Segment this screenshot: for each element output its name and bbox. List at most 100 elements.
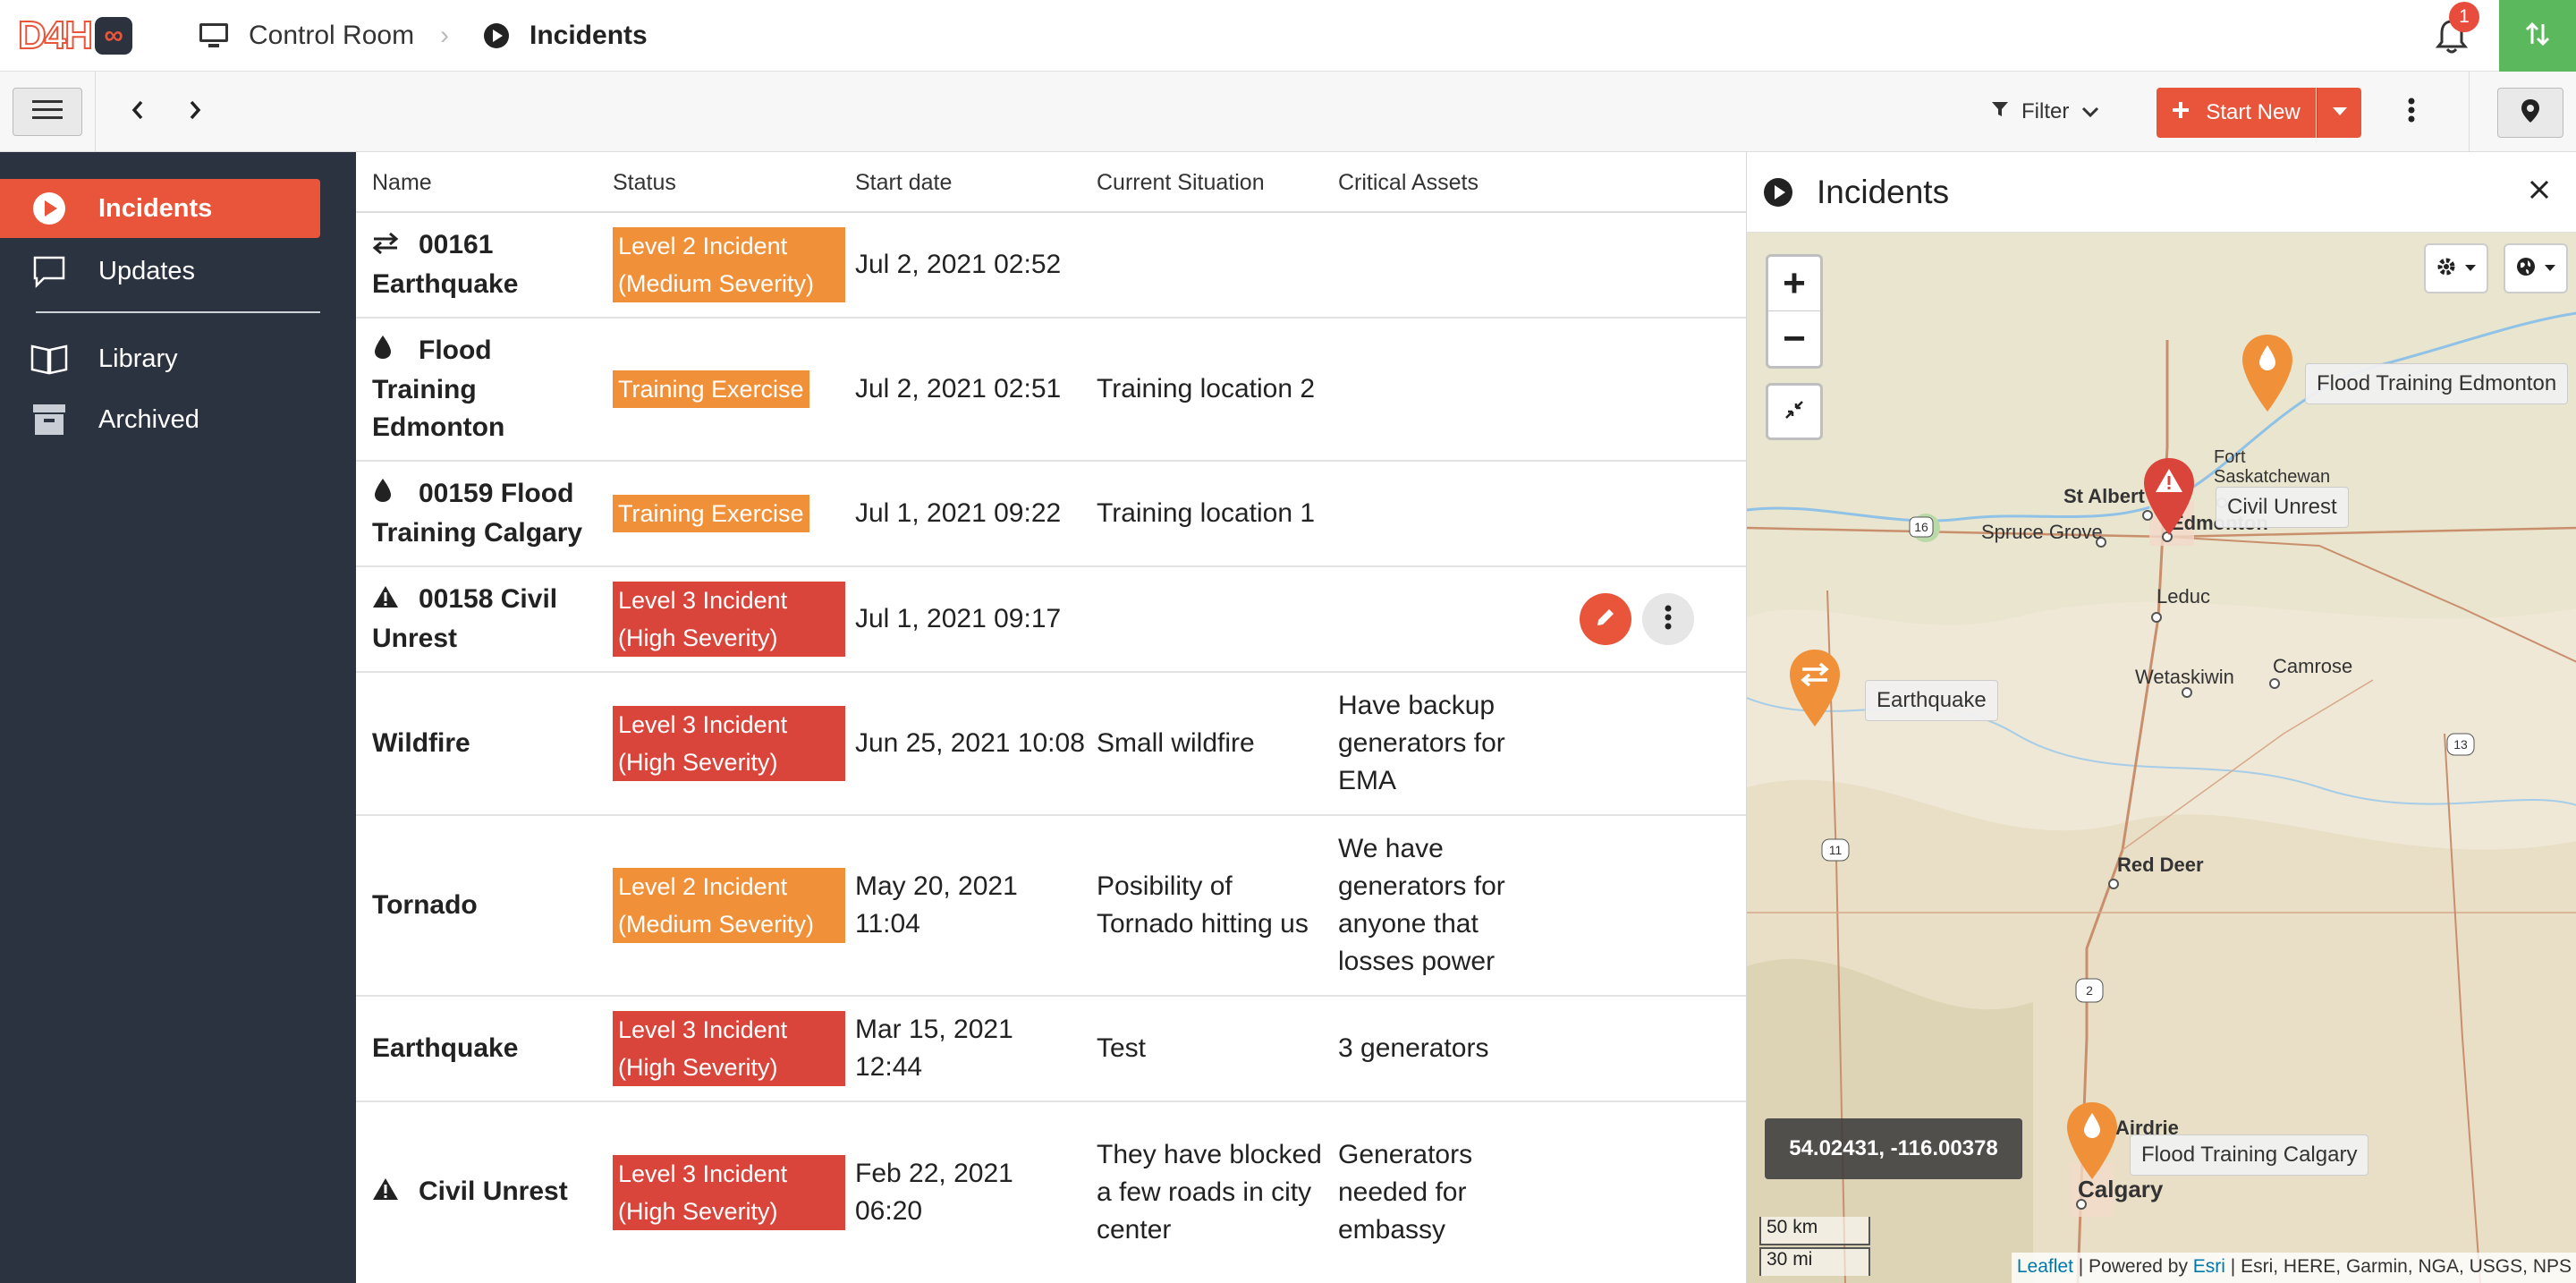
fullscreen-toggle-button[interactable] xyxy=(1766,383,1823,440)
kebab-icon xyxy=(1665,605,1672,634)
sidebar-item-library[interactable]: Library xyxy=(0,329,320,388)
marker-flood-training-calgary[interactable] xyxy=(2065,1100,2119,1185)
status-badge: Level 3 Incident (High Severity) xyxy=(613,1155,845,1230)
incident-name-cell[interactable]: 00158 Civil Unrest xyxy=(372,567,603,671)
sidebar-item-label: Library xyxy=(98,344,178,373)
water-drop-icon xyxy=(372,334,402,371)
menu-toggle-button[interactable] xyxy=(13,88,82,136)
gear-icon xyxy=(2436,256,2457,282)
table-row[interactable]: 00158 Civil Unrest Level 3 Incident (Hig… xyxy=(356,567,1746,673)
sidebar-item-label: Updates xyxy=(98,256,196,285)
incident-name-cell[interactable]: Earthquake xyxy=(372,997,603,1100)
sidebar-item-incidents[interactable]: Incidents xyxy=(0,179,320,238)
road-shield: 11 xyxy=(1821,838,1850,862)
column-header-situation[interactable]: Current Situation xyxy=(1097,152,1265,213)
attribution-powered-text: | Powered by xyxy=(2072,1256,2193,1277)
esri-link[interactable]: Esri xyxy=(2193,1256,2225,1277)
incident-name-cell[interactable]: 00161 Earthquake xyxy=(372,213,603,317)
close-panel-button[interactable] xyxy=(2521,174,2557,209)
critical-assets-cell: 3 generators xyxy=(1338,1033,1489,1063)
toolbar: Filter Start New xyxy=(0,72,2576,152)
table-row[interactable]: 00161 Earthquake Level 2 Incident (Mediu… xyxy=(356,213,1746,319)
edit-button[interactable] xyxy=(1580,593,1631,645)
marker-label: Flood Training Edmonton xyxy=(2305,363,2569,404)
chat-bubble-icon xyxy=(0,253,98,289)
road-shield: 16 xyxy=(1909,516,1934,538)
start-new-button[interactable]: Start New xyxy=(2157,88,2316,138)
zoom-in-button[interactable]: + xyxy=(1768,257,1820,311)
table-row[interactable]: Civil Unrest Level 3 Incident (High Seve… xyxy=(356,1102,1746,1283)
sidebar-item-updates[interactable]: Updates xyxy=(0,242,320,301)
archive-box-icon xyxy=(0,403,98,437)
start-date-cell: Jul 2, 2021 02:51 xyxy=(855,374,1062,404)
map-panel: Incidents 16 13 11 2 St Albert Fort Sask… xyxy=(1746,152,2576,1283)
back-button[interactable] xyxy=(120,91,156,132)
column-header-name[interactable]: Name xyxy=(372,152,432,213)
sidebar-item-archived[interactable]: Archived xyxy=(0,390,320,449)
zoom-control: + − xyxy=(1766,254,1823,369)
start-date-cell: Mar 15, 2021 12:44 xyxy=(855,1015,1013,1082)
filter-label: Filter xyxy=(2021,99,2070,123)
incident-name-cell[interactable]: Flood Training Edmonton xyxy=(372,319,603,460)
forward-button[interactable] xyxy=(177,91,213,132)
column-header-start-date[interactable]: Start date xyxy=(855,152,952,213)
status-badge: Level 3 Incident (High Severity) xyxy=(613,706,845,781)
caret-down-icon xyxy=(2332,105,2348,121)
toolbar-divider xyxy=(2469,72,2470,152)
scale-bar-mi: 30 mi xyxy=(1759,1247,1870,1276)
start-new-dropdown-toggle[interactable] xyxy=(2317,88,2361,138)
sort-arrows-icon xyxy=(2524,21,2551,52)
panel-title: Incidents xyxy=(1817,173,1950,210)
marker-earthquake[interactable] xyxy=(1788,648,1842,733)
row-more-button[interactable] xyxy=(1642,593,1694,645)
caret-down-icon xyxy=(2464,260,2477,276)
water-drop-icon xyxy=(372,477,402,514)
incident-name-cell[interactable]: Civil Unrest xyxy=(372,1102,603,1283)
situation-cell: Training location 2 xyxy=(1097,374,1316,404)
table-row[interactable]: Flood Training Edmonton Training Exercis… xyxy=(356,319,1746,462)
filter-dropdown[interactable]: Filter xyxy=(1991,89,2099,134)
column-header-status[interactable]: Status xyxy=(613,152,676,213)
basemap-dropdown[interactable] xyxy=(2504,243,2568,293)
status-cell: Level 2 Incident (Medium Severity) xyxy=(613,213,845,317)
table-row[interactable]: Tornado Level 2 Incident (Medium Severit… xyxy=(356,816,1746,997)
incident-name-cell[interactable]: Wildfire xyxy=(372,673,603,814)
map-settings-dropdown[interactable] xyxy=(2424,243,2488,293)
breadcrumb-control-room[interactable]: Control Room xyxy=(199,0,414,72)
more-options-button[interactable] xyxy=(2394,91,2429,132)
table-row[interactable]: 00159 Flood Training Calgary Training Ex… xyxy=(356,462,1746,567)
sync-button[interactable] xyxy=(2499,0,2576,72)
map-toggle-button[interactable] xyxy=(2497,88,2563,138)
leaflet-link[interactable]: Leaflet xyxy=(2017,1256,2073,1277)
marker-flood-training-edmonton[interactable] xyxy=(2241,333,2294,418)
status-cell: Level 3 Incident (High Severity) xyxy=(613,1102,845,1283)
marker-civil-unrest[interactable] xyxy=(2142,456,2196,541)
start-date-cell: Jul 1, 2021 09:17 xyxy=(855,604,1062,633)
funnel-icon xyxy=(1991,99,2009,124)
map-marker-icon xyxy=(2521,98,2540,128)
incidents-table: Name Status Start date Current Situation… xyxy=(356,152,1746,1283)
place-label: Red Deer xyxy=(2117,854,2204,876)
table-row[interactable]: Earthquake Level 3 Incident (High Severi… xyxy=(356,997,1746,1102)
column-header-critical-assets[interactable]: Critical Assets xyxy=(1338,152,1479,213)
globe-icon xyxy=(2515,256,2537,282)
incident-map[interactable]: 16 13 11 2 St Albert Fort Saskatchewan S… xyxy=(1747,233,2576,1283)
play-circle-icon xyxy=(483,22,510,49)
sidebar-item-label: Archived xyxy=(98,404,199,434)
top-bar: D4H ∞ Control Room › Incidents 1 xyxy=(0,0,2576,72)
table-row[interactable]: Wildfire Level 3 Incident (High Severity… xyxy=(356,673,1746,816)
status-cell: Training Exercise xyxy=(613,462,845,565)
play-circle-icon xyxy=(0,191,98,226)
marker-label: Flood Training Calgary xyxy=(2130,1134,2369,1176)
zoom-out-button[interactable]: − xyxy=(1768,311,1820,366)
critical-assets-cell: Generators needed for embassy xyxy=(1338,1140,1473,1245)
status-badge: Level 2 Incident (Medium Severity) xyxy=(613,227,845,302)
breadcrumb-current-label: Incidents xyxy=(530,21,648,50)
incident-name-cell[interactable]: Tornado xyxy=(372,816,603,995)
app-logo[interactable]: D4H ∞ xyxy=(17,13,133,58)
status-badge: Level 3 Incident (High Severity) xyxy=(613,1011,845,1086)
status-cell: Level 3 Incident (High Severity) xyxy=(613,673,845,814)
incident-name-cell[interactable]: 00159 Flood Training Calgary xyxy=(372,462,603,565)
incident-name: Civil Unrest xyxy=(419,1177,568,1207)
warning-triangle-icon xyxy=(372,582,402,620)
